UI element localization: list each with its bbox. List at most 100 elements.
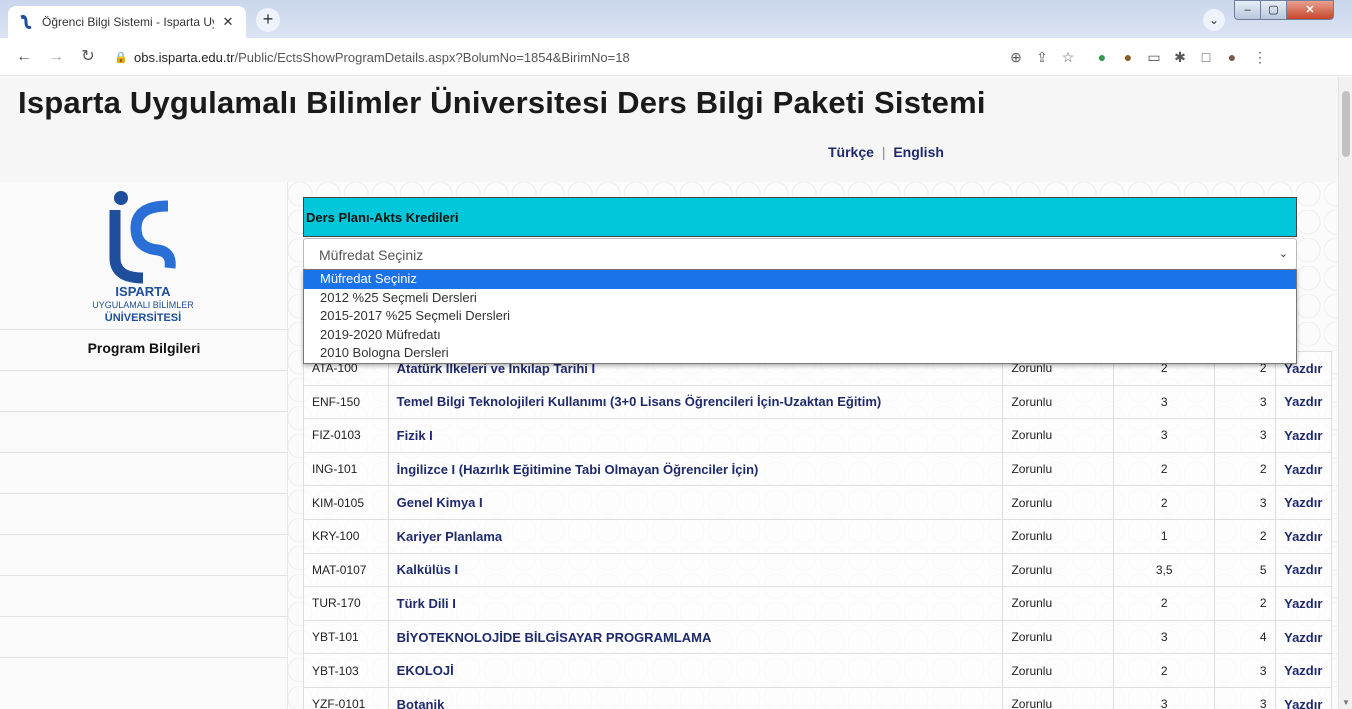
course-table: ATA-100 Atatürk İlkeleri ve İnkılap Tarih… bbox=[303, 351, 1333, 709]
table-row: ING-101 İngilizce I (Hazırlık Eğitimine T… bbox=[303, 451, 1333, 487]
back-icon[interactable]: ← bbox=[14, 47, 34, 67]
course-type: Zorunlu bbox=[1002, 518, 1115, 554]
table-row: KIM-0105 Genel Kimya I Zorunlu 2 3 Yazdır bbox=[303, 485, 1333, 520]
print-link[interactable]: Yazdır bbox=[1274, 518, 1333, 554]
course-credit: 3 bbox=[1113, 418, 1216, 453]
course-name: Botanik bbox=[387, 686, 1004, 709]
print-link[interactable]: Yazdır bbox=[1274, 686, 1333, 709]
sidebar-item[interactable] bbox=[0, 493, 288, 534]
extension-page-icon[interactable]: ▭ bbox=[1144, 47, 1164, 67]
course-name: Temel Bilgi Teknolojileri Kullanımı (3+0… bbox=[387, 384, 1004, 420]
lang-english-link[interactable]: English bbox=[893, 144, 944, 160]
tab-title: Öğrenci Bilgi Sistemi - Isparta Uy bbox=[42, 15, 214, 29]
browser-tab[interactable]: Öğrenci Bilgi Sistemi - Isparta Uy ✕ bbox=[8, 6, 246, 38]
page-scrollbar[interactable]: ▼ bbox=[1338, 77, 1352, 709]
forward-icon[interactable]: → bbox=[46, 47, 66, 67]
course-credit: 2 bbox=[1113, 485, 1216, 520]
sidebar-item[interactable] bbox=[0, 534, 288, 575]
extensions-puzzle-icon[interactable]: ✱ bbox=[1170, 47, 1190, 67]
dropdown-option[interactable]: Müfredat Seçiniz bbox=[304, 270, 1296, 289]
browser-tab-bar: Öğrenci Bilgi Sistemi - Isparta Uy ✕ + ⌄… bbox=[0, 0, 1352, 38]
course-code: ENF-150 bbox=[303, 384, 389, 420]
print-link[interactable]: Yazdır bbox=[1274, 586, 1333, 621]
sidebar-item[interactable] bbox=[0, 575, 288, 616]
course-name: İngilizce I (Hazırlık Eğitimine Tabi Olm… bbox=[387, 451, 1004, 487]
window-minimize-button[interactable]: – bbox=[1234, 0, 1261, 20]
window-close-button[interactable]: ✕ bbox=[1286, 0, 1334, 20]
course-type: Zorunlu bbox=[1002, 384, 1115, 420]
main-content: Ders Planı-Akts Kredileri Müfredat Seçin… bbox=[288, 182, 1338, 709]
extension-cookie-icon[interactable]: ● bbox=[1118, 47, 1138, 67]
course-code: YBT-103 bbox=[303, 653, 389, 688]
sidebar-program-title: Program Bilgileri bbox=[87, 340, 201, 356]
table-row: YBT-103 EKOLOJİ Zorunlu 2 3 Yazdır bbox=[303, 653, 1333, 688]
course-type: Zorunlu bbox=[1002, 586, 1115, 621]
dropdown-option[interactable]: 2019-2020 Müfredatı bbox=[304, 326, 1296, 345]
sidebar-item[interactable] bbox=[0, 657, 288, 698]
lang-turkish-link[interactable]: Türkçe bbox=[828, 144, 874, 160]
course-credit: 3 bbox=[1113, 384, 1216, 420]
logo-text-uygulamali: UYGULAMALI BİLİMLER bbox=[92, 300, 194, 310]
table-row: KRY-100 Kariyer Planlama Zorunlu 1 2 Yazdır bbox=[303, 518, 1333, 554]
course-type: Zorunlu bbox=[1002, 485, 1115, 520]
sidebar-item[interactable] bbox=[0, 452, 288, 493]
tab-close-icon[interactable]: ✕ bbox=[220, 14, 236, 30]
bookmark-star-icon[interactable]: ☆ bbox=[1058, 47, 1078, 67]
print-link[interactable]: Yazdır bbox=[1274, 619, 1333, 655]
course-code: YZF-0101 bbox=[303, 686, 389, 709]
table-row: TUR-170 Türk Dili I Zorunlu 2 2 Yazdır bbox=[303, 586, 1333, 621]
panel-title: Ders Planı-Akts Kredileri bbox=[303, 197, 1297, 237]
course-type: Zorunlu bbox=[1002, 686, 1115, 709]
course-code: FIZ-0103 bbox=[303, 418, 389, 453]
sidebar-item[interactable] bbox=[0, 616, 288, 657]
dropdown-option[interactable]: 2012 %25 Seçmeli Dersleri bbox=[304, 289, 1296, 308]
reload-icon[interactable]: ↻ bbox=[78, 47, 98, 67]
course-code: TUR-170 bbox=[303, 586, 389, 621]
course-credit: 2 bbox=[1113, 653, 1216, 688]
course-type: Zorunlu bbox=[1002, 552, 1115, 588]
table-row: MAT-0107 Kalkülüs I Zorunlu 3,5 5 Yazdır bbox=[303, 552, 1333, 588]
menu-kebab-icon[interactable]: ⋮ bbox=[1250, 47, 1270, 67]
course-ects: 2 bbox=[1214, 518, 1276, 554]
table-row: ENF-150 Temel Bilgi Teknolojileri Kullanı… bbox=[303, 384, 1333, 420]
logo-text-universitesi: ÜNİVERSİTESİ bbox=[104, 312, 182, 324]
side-panel-icon[interactable]: □ bbox=[1196, 47, 1216, 67]
window-maximize-button[interactable]: ▢ bbox=[1260, 0, 1287, 20]
sidebar-item[interactable] bbox=[0, 411, 288, 452]
course-credit: 2 bbox=[1113, 586, 1216, 621]
print-link[interactable]: Yazdır bbox=[1274, 552, 1333, 588]
course-credit: 1 bbox=[1113, 518, 1216, 554]
extension-grammar-icon[interactable]: ● bbox=[1092, 47, 1112, 67]
course-ects: 3 bbox=[1214, 686, 1276, 709]
print-link[interactable]: Yazdır bbox=[1274, 384, 1333, 420]
table-row: FIZ-0103 Fizik I Zorunlu 3 3 Yazdır bbox=[303, 418, 1333, 453]
course-ects: 3 bbox=[1214, 384, 1276, 420]
tab-search-icon[interactable]: ⌄ bbox=[1203, 9, 1225, 31]
address-bar[interactable]: 🔒 obs.isparta.edu.tr /Public/EctsShowPro… bbox=[114, 44, 984, 70]
print-link[interactable]: Yazdır bbox=[1274, 451, 1333, 487]
dropdown-option[interactable]: 2010 Bologna Dersleri bbox=[304, 344, 1296, 363]
course-name: Kalkülüs I bbox=[387, 552, 1004, 588]
new-tab-button[interactable]: + bbox=[256, 8, 280, 32]
page-title: Isparta Uygulamalı Bilimler Üniversitesi… bbox=[18, 85, 986, 120]
share-icon[interactable]: ⇪ bbox=[1032, 47, 1052, 67]
scroll-down-arrow-icon[interactable]: ▼ bbox=[1342, 698, 1350, 707]
print-link[interactable]: Yazdır bbox=[1274, 485, 1333, 520]
print-link[interactable]: Yazdır bbox=[1274, 653, 1333, 688]
table-row: YBT-101 BİYOTEKNOLOJİDE BİLGİSAYAR PROGRA… bbox=[303, 619, 1333, 655]
course-name: Kariyer Planlama bbox=[387, 518, 1004, 554]
sidebar-item[interactable] bbox=[0, 370, 288, 411]
lock-icon: 🔒 bbox=[114, 51, 128, 64]
chevron-down-icon: ⌄ bbox=[1278, 248, 1288, 260]
scrollbar-thumb[interactable] bbox=[1342, 91, 1350, 157]
dropdown-option[interactable]: 2015-2017 %25 Seçmeli Dersleri bbox=[304, 307, 1296, 326]
profile-avatar-icon[interactable]: ● bbox=[1222, 47, 1242, 67]
course-ects: 3 bbox=[1214, 653, 1276, 688]
zoom-icon[interactable]: ⊕ bbox=[1006, 47, 1026, 67]
curriculum-select[interactable]: Müfredat Seçiniz ⌄ bbox=[303, 238, 1297, 270]
university-logo-mark-icon bbox=[109, 191, 176, 284]
table-row: YZF-0101 Botanik Zorunlu 3 3 Yazdır bbox=[303, 686, 1333, 709]
course-type: Zorunlu bbox=[1002, 653, 1115, 688]
print-link[interactable]: Yazdır bbox=[1274, 418, 1333, 453]
site-favicon-icon bbox=[20, 15, 32, 29]
